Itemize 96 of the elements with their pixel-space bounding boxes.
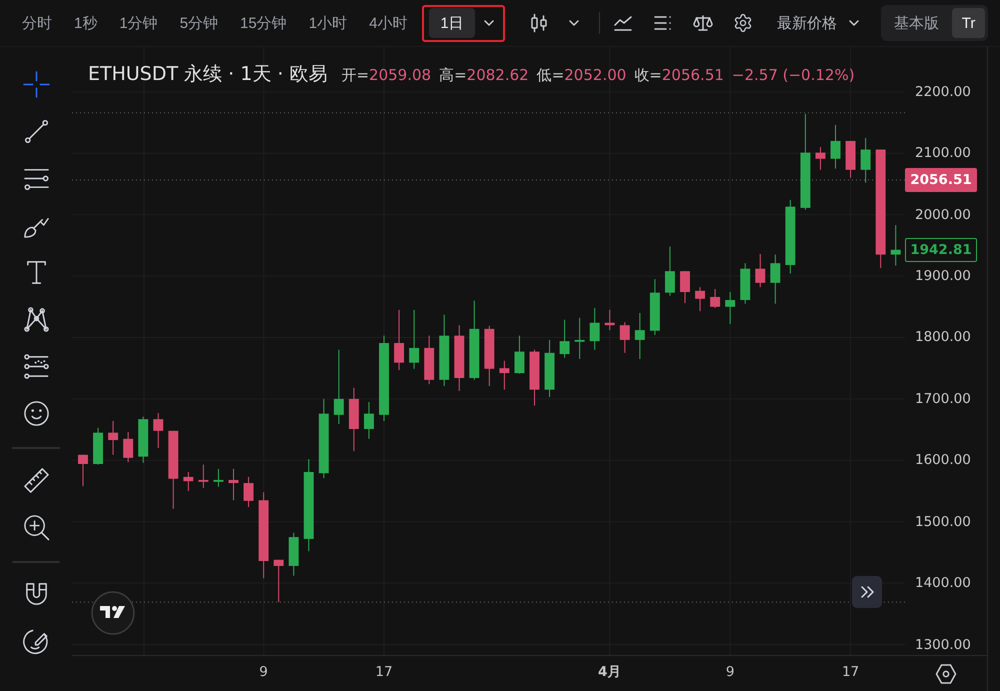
time-axis-label: 17 [375,663,393,682]
mode-tab[interactable]: Tr [952,8,986,38]
rising-candle [634,312,645,360]
logo-icon[interactable] [91,591,135,635]
falling-candle [755,253,766,288]
falling-candle [846,140,856,178]
interval-tab[interactable]: 1日 [429,8,475,38]
smiley-icon[interactable] [22,400,50,427]
rising-candle [770,254,780,304]
falling-candle [153,412,164,449]
price-axis-label: 2100.00 [915,144,971,164]
mode-tab[interactable]: 基本版 [884,8,949,38]
falling-candle [695,286,706,312]
price-axis-label: 1400.00 [915,574,971,594]
ohlc-value: 2059.08 [369,66,432,84]
hexagon-icon[interactable] [935,662,957,684]
rising-candle [830,124,840,170]
ohlc-label: 收= [634,66,662,85]
falling-candle [815,146,826,170]
time-axis-label: 4月 [598,663,622,682]
rising-candle [364,401,374,440]
zigzag-nodes-icon[interactable] [22,306,50,333]
falling-candle [499,360,510,390]
rising-candle [544,339,555,398]
ohlc-value: 2052.00 [564,66,626,84]
falling-candle [604,309,615,331]
falling-candle [394,309,404,371]
falling-candle [108,420,118,456]
rising-candle [664,246,675,296]
falling-candle [348,387,359,452]
zoom-in-icon[interactable] [22,514,50,541]
interval-tab[interactable]: 分时 [11,8,63,38]
falling-candle [454,324,464,392]
falling-candle [244,476,254,508]
ohlc-value: 2082.62 [466,66,529,84]
ohlc-label: 低= [536,66,564,85]
falling-candle [530,349,540,406]
rising-candle [725,292,736,324]
price-axis-label: 1300.00 [915,636,971,655]
price-change: −2.57 (−0.12%) [732,66,855,84]
interval-tab[interactable]: 1分钟 [108,8,169,38]
scroll-right-button[interactable] [852,576,882,608]
interval-tab[interactable]: 15分钟 [229,8,298,38]
trend-line-icon[interactable] [22,118,50,145]
rising-candle [93,427,104,466]
ruler-icon[interactable] [22,467,50,494]
falling-candle [710,288,720,308]
interval-tab[interactable]: 1小时 [298,8,358,38]
falling-candle [620,322,630,354]
interval-tab[interactable]: 5分钟 [168,8,230,38]
falling-candle [228,468,238,501]
rising-candle [890,224,901,266]
price-axis-label: 1800.00 [915,328,971,348]
price-axis-label: 1500.00 [915,512,971,532]
price-tag: 1942.81 [905,238,977,262]
interval-tab[interactable]: 1秒 [63,8,108,38]
falling-candle [183,471,194,492]
interval-tab[interactable]: 4小时 [358,8,418,38]
falling-candle [424,335,434,385]
symbol-title: ETHUSDT 永续 · 1天 · 欧易 [88,62,328,87]
rising-candle [514,335,524,374]
price-axis-label: 2000.00 [915,206,971,225]
falling-candle [484,325,494,386]
price-axis-label: 1700.00 [915,390,971,409]
price-source-dropdown[interactable]: 最新价格 [776,14,861,32]
node-lines-icon[interactable] [22,353,50,380]
price-axis-label: 1900.00 [915,267,971,286]
ohlc-value: 2056.51 [662,66,724,84]
rising-candle [574,317,585,360]
price-axis-label: 1600.00 [915,451,971,470]
rising-candle [590,308,600,350]
rising-candle [213,468,224,488]
rising-candle [138,416,148,464]
pencil-circle-icon[interactable] [22,628,50,655]
time-axis-label: 9 [726,663,734,682]
ohlc-label: 高= [439,66,467,85]
falling-candle [123,432,134,463]
rising-candle [288,532,299,576]
crosshair-icon[interactable] [22,71,50,98]
falling-candle [198,464,208,488]
time-axis-label: 9 [259,663,268,682]
rising-candle [560,319,570,358]
price-tag: 2056.51 [905,168,977,192]
falling-candle [274,559,284,603]
time-axis-label: 17 [842,663,860,682]
falling-candle [680,270,690,304]
candlestick-icon[interactable] [528,13,549,33]
falling-candle [78,454,88,487]
ohlc-label: 开= [341,66,370,85]
rising-candle [409,309,420,370]
scale-icon[interactable] [692,13,713,33]
rising-candle [740,262,750,304]
rising-candle [650,278,660,336]
price-axis-label: 2200.00 [915,82,971,102]
rising-candle [860,137,871,184]
settings-icon[interactable] [732,13,753,33]
